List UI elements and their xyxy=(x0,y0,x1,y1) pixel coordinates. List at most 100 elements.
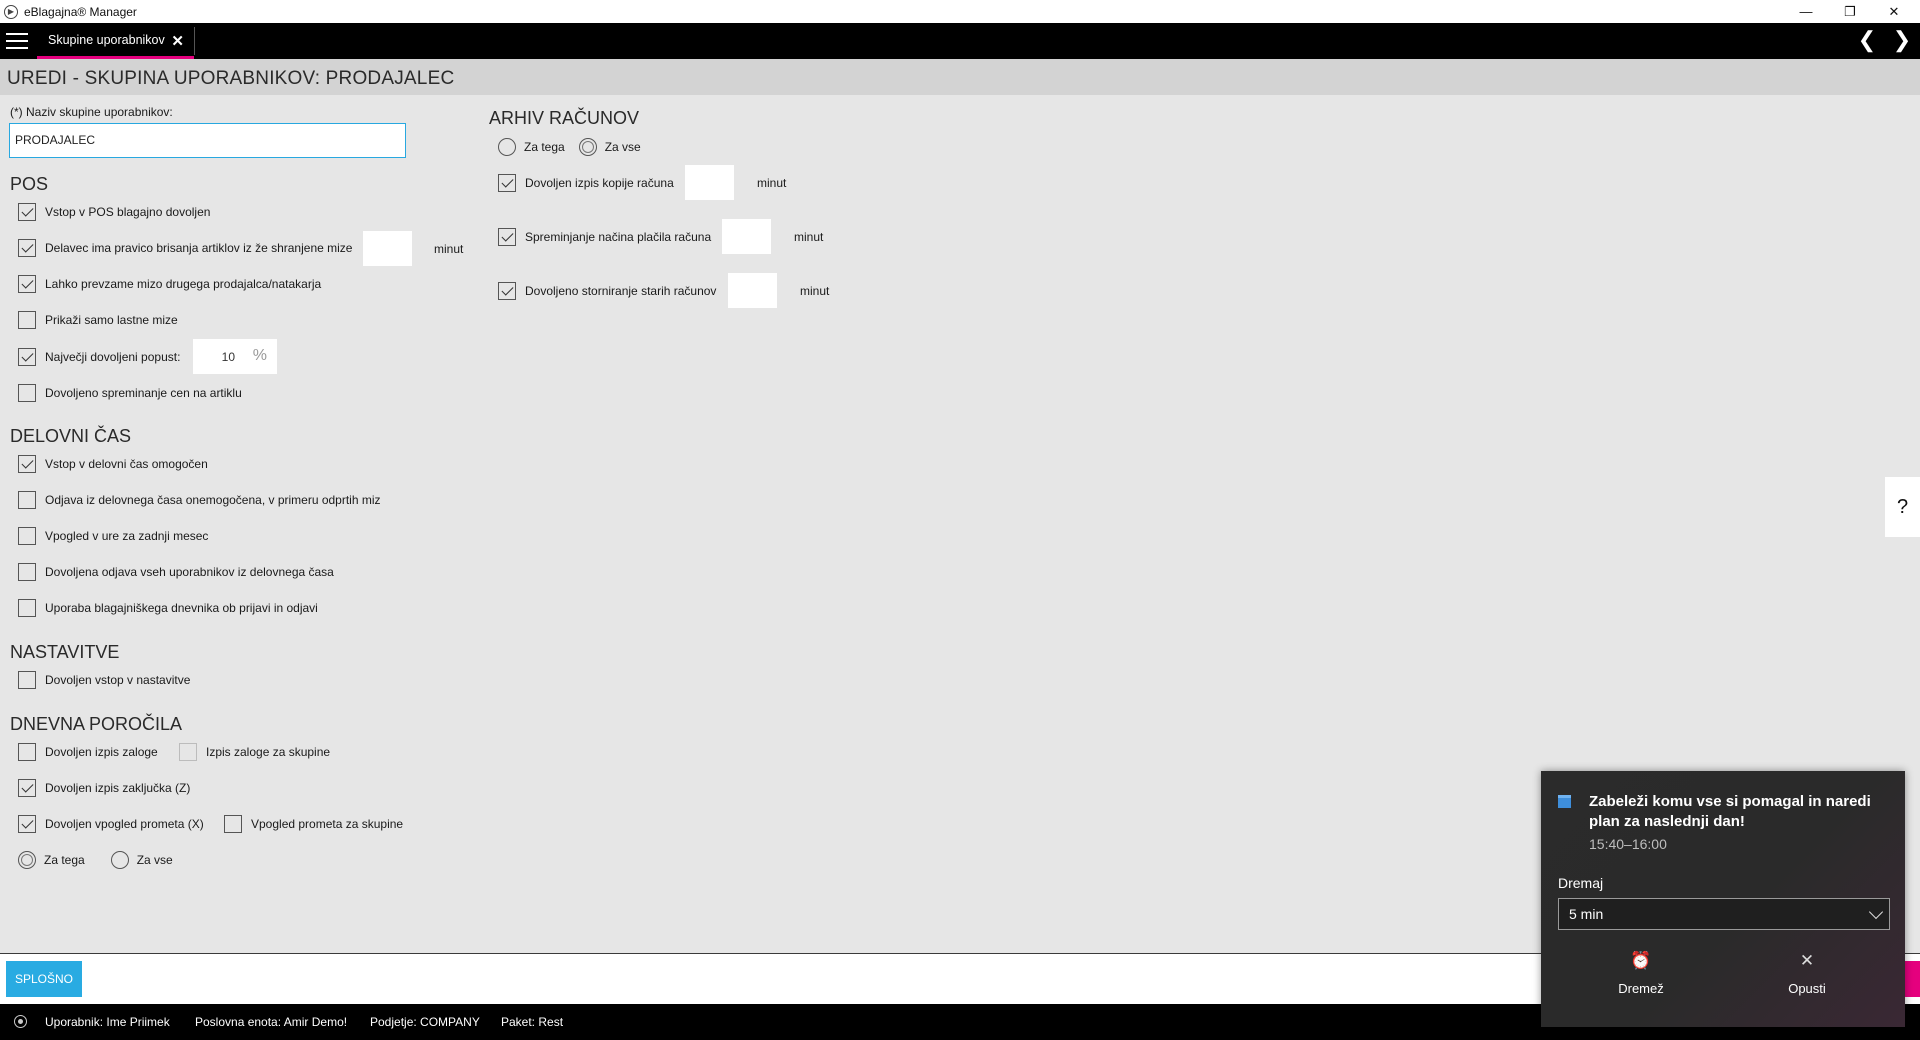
delovni-item-3[interactable]: Dovoljena odjava vseh uporabnikov iz del… xyxy=(18,561,334,583)
delovni-item-0[interactable]: Vstop v delovni čas omogočen xyxy=(18,453,208,475)
checkbox[interactable] xyxy=(18,311,36,329)
window-titlebar: ▶ eBlagajna® Manager — ❐ ✕ xyxy=(0,0,1920,23)
delovni-item-4[interactable]: Uporaba blagajniškega dnevnika ob prijav… xyxy=(18,597,318,619)
checkbox[interactable] xyxy=(18,743,36,761)
checkbox[interactable] xyxy=(18,203,36,221)
checkbox-label: Dovoljen izpis zaključka (Z) xyxy=(45,781,191,795)
reminder-notification: Zabeleži komu vse si pomagal in naredi p… xyxy=(1541,771,1905,1027)
payment-minutes-unit: minut xyxy=(794,230,824,244)
page-title: UREDI - SKUPINA UPORABNIKOV: PRODAJALEC xyxy=(7,68,455,89)
checkbox[interactable] xyxy=(18,239,36,257)
porocila-promet-skupine[interactable]: Vpogled prometa za skupine xyxy=(224,813,403,835)
checkbox-label: Dovoljen vstop v nastavitve xyxy=(45,673,191,687)
snooze-value: 5 min xyxy=(1569,906,1604,922)
checkbox[interactable] xyxy=(224,815,242,833)
checkbox[interactable] xyxy=(18,527,36,545)
radio-za-tega[interactable] xyxy=(498,138,516,156)
payment-minutes-input[interactable] xyxy=(722,219,771,254)
section-pos-title: POS xyxy=(10,174,49,194)
radio-za-vse[interactable] xyxy=(578,138,597,156)
pos-item-2[interactable]: Lahko prevzame mizo drugega prodajalca/n… xyxy=(18,273,321,295)
close-window-button[interactable]: ✕ xyxy=(1874,0,1914,23)
checkbox-label: Največji dovoljeni popust: xyxy=(45,350,181,364)
porocila-zaloga-skupine[interactable]: Izpis zaloge za skupine xyxy=(179,741,330,763)
calendar-icon xyxy=(1558,795,1571,808)
menu-icon[interactable] xyxy=(6,33,28,49)
arhiv-item-2[interactable]: Dovoljeno storniranje starih računov xyxy=(498,280,716,302)
checkbox[interactable] xyxy=(498,174,516,192)
section-delovni-cas-title: DELOVNI ČAS xyxy=(10,426,132,446)
pos-item-1[interactable]: Delavec ima pravico brisanja artiklov iz… xyxy=(18,237,352,259)
status-user: Uporabnik: Ime Priimek xyxy=(45,1015,170,1029)
tab-close-icon[interactable]: ✕ xyxy=(171,32,184,50)
dismiss-button[interactable]: ✕ Opusti xyxy=(1724,951,1890,1011)
notification-time: 15:40–16:00 xyxy=(1589,836,1667,852)
status-package: Paket: Rest xyxy=(501,1015,564,1029)
checkbox-label: Spreminjanje načina plačila računa xyxy=(525,230,712,244)
checkbox[interactable] xyxy=(179,743,197,761)
status-icon xyxy=(14,1015,27,1028)
chevron-left-icon[interactable]: ❮ xyxy=(1855,27,1879,53)
copy-minutes-input[interactable] xyxy=(685,165,734,200)
app-logo-icon: ▶ xyxy=(4,4,18,19)
storno-minutes-input[interactable] xyxy=(728,273,777,308)
restore-button[interactable]: ❐ xyxy=(1830,0,1870,23)
radio-za-vse[interactable] xyxy=(110,851,129,869)
porocila-zakljucek[interactable]: Dovoljen izpis zaključka (Z) xyxy=(18,777,190,799)
delovni-item-1[interactable]: Odjava iz delovnega časa onemogočena, v … xyxy=(18,489,381,511)
checkbox[interactable] xyxy=(18,455,36,473)
checkbox-label: Vstop v delovni čas omogočen xyxy=(45,457,208,471)
checkbox[interactable] xyxy=(498,228,516,246)
nastavitve-item-0[interactable]: Dovoljen vstop v nastavitve xyxy=(18,669,190,691)
status-business-unit: Poslovna enota: Amir Demo! xyxy=(195,1015,348,1029)
checkbox[interactable] xyxy=(18,348,36,366)
porocila-zaloga[interactable]: Dovoljen izpis zaloge xyxy=(18,741,158,763)
snooze-button[interactable]: ⏰ Dremež xyxy=(1558,951,1724,1011)
discount-input[interactable]: 10 % xyxy=(193,339,277,374)
discount-value: 10 xyxy=(221,350,235,364)
pos-item-4[interactable]: Največji dovoljeni popust: xyxy=(18,346,180,368)
pos-item-5[interactable]: Dovoljeno spreminanje cen na artiklu xyxy=(18,382,242,404)
radio-label: Za tega xyxy=(44,853,85,867)
group-name-label: (*) Naziv skupine uporabnikov: xyxy=(10,105,173,119)
help-button[interactable]: ? xyxy=(1885,477,1920,537)
delete-minutes-input[interactable] xyxy=(363,231,412,266)
arhiv-item-0[interactable]: Dovoljen izpis kopije računa xyxy=(498,172,674,194)
group-name-input[interactable]: PRODAJALEC xyxy=(9,123,406,158)
save-button-edge[interactable] xyxy=(1904,961,1920,997)
pos-item-3[interactable]: Prikaži samo lastne mize xyxy=(18,309,178,331)
checkbox[interactable] xyxy=(18,671,36,689)
snooze-label: Dremaj xyxy=(1558,875,1604,891)
pos-item-0[interactable]: Vstop v POS blagajno dovoljen xyxy=(18,201,210,223)
checkbox[interactable] xyxy=(18,491,36,509)
arhiv-item-1[interactable]: Spreminjanje načina plačila računa xyxy=(498,226,711,248)
checkbox[interactable] xyxy=(498,282,516,300)
checkbox-label: Lahko prevzame mizo drugega prodajalca/n… xyxy=(45,277,322,291)
radio-label: Za tega xyxy=(524,140,565,154)
radio-za-tega[interactable] xyxy=(18,851,36,869)
checkbox[interactable] xyxy=(18,599,36,617)
checkbox[interactable] xyxy=(18,815,36,833)
radio-label: Za vse xyxy=(136,853,173,867)
checkbox[interactable] xyxy=(18,275,36,293)
checkbox-label: Vstop v POS blagajno dovoljen xyxy=(45,205,211,219)
chevron-down-icon xyxy=(1868,904,1884,920)
delovni-item-2[interactable]: Vpogled v ure za zadnji mesec xyxy=(18,525,208,547)
porocila-promet[interactable]: Dovoljen vpogled prometa (X) xyxy=(18,813,204,835)
copy-minutes-unit: minut xyxy=(757,176,787,190)
checkbox[interactable] xyxy=(18,384,36,402)
section-arhiv-title: ARHIV RAČUNOV xyxy=(489,108,640,128)
checkbox[interactable] xyxy=(18,779,36,797)
dismiss-button-label: Opusti xyxy=(1788,981,1826,996)
storno-minutes-unit: minut xyxy=(800,284,830,298)
tab-skupine-uporabnikov[interactable]: Skupine uporabnikov ✕ xyxy=(37,23,194,59)
checkbox[interactable] xyxy=(18,563,36,581)
snooze-button-label: Dremež xyxy=(1618,981,1664,996)
checkbox-label: Vpogled v ure za zadnji mesec xyxy=(45,529,209,543)
chevron-right-icon[interactable]: ❯ xyxy=(1890,27,1914,53)
snooze-select[interactable]: 5 min xyxy=(1558,898,1890,930)
page-heading-bar: UREDI - SKUPINA UPORABNIKOV: PRODAJALEC xyxy=(0,59,1920,95)
splosno-button[interactable]: SPLOŠNO xyxy=(6,961,82,997)
minimize-button[interactable]: — xyxy=(1786,0,1826,23)
checkbox-label: Dovoljen izpis zaloge xyxy=(45,745,158,759)
